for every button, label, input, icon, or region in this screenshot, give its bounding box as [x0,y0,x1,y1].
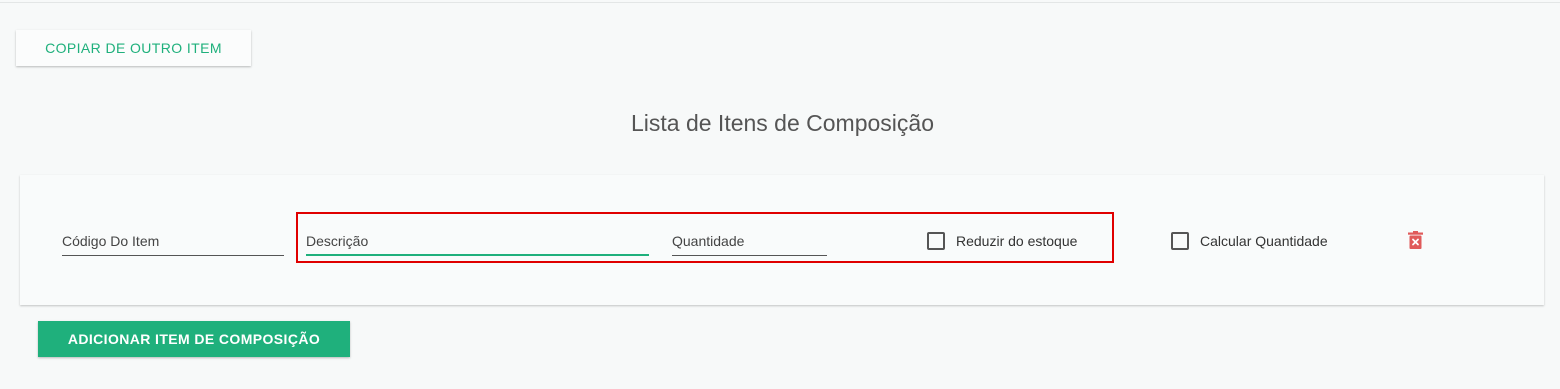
calculate-quantity-label: Calcular Quantidade [1200,233,1328,249]
item-code-field[interactable] [62,228,284,256]
reduce-stock-checkbox-box[interactable] [927,232,945,250]
add-composition-item-button[interactable]: ADICIONAR ITEM DE COMPOSIÇÃO [38,321,350,357]
calculate-quantity-checkbox[interactable]: Calcular Quantidade [1171,232,1328,250]
reduce-stock-label: Reduzir do estoque [956,233,1078,249]
item-code-input[interactable] [62,228,284,254]
quantity-input[interactable] [672,228,827,254]
description-field[interactable] [306,228,649,256]
calculate-quantity-checkbox-box[interactable] [1171,232,1189,250]
description-input[interactable] [306,228,649,254]
trash-icon[interactable] [1408,231,1423,249]
top-divider [0,2,1560,3]
quantity-field[interactable] [672,228,827,256]
reduce-stock-checkbox[interactable]: Reduzir do estoque [927,232,1077,250]
page-title: Lista de Itens de Composição [630,110,934,136]
copy-from-other-item-button[interactable]: COPIAR DE OUTRO ITEM [16,30,251,66]
